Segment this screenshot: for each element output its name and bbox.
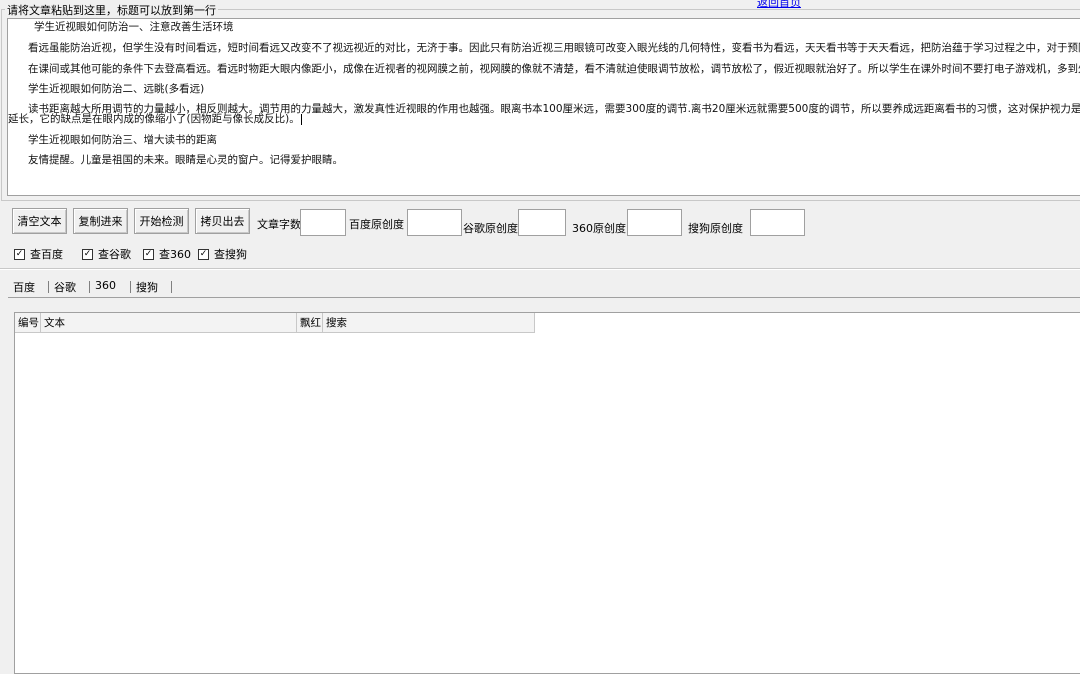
copy-out-button[interactable]: 拷贝出去 — [195, 208, 250, 234]
text-caret — [300, 113, 302, 125]
text-line: 学生近视眼如何防治一、注意改善生活环境 — [34, 21, 234, 33]
article-groupbox-legend: 请将文章粘贴到这里，标题可以放到第一行 — [5, 2, 218, 18]
start-check-button[interactable]: 开始检测 — [134, 208, 189, 234]
column-header-number[interactable]: 编号 — [15, 313, 41, 333]
article-text-area[interactable]: 学生近视眼如何防治一、注意改善生活环境 看远虽能防治近视，但学生没有时间看远，短… — [7, 18, 1080, 196]
column-header-highlight[interactable]: 飘红 — [297, 313, 323, 333]
tab-google[interactable]: 谷歌 — [54, 279, 76, 295]
baidu-originality-label: 百度原创度 — [349, 218, 404, 231]
column-header-text[interactable]: 文本 — [41, 313, 297, 333]
text-line: 友情提醒。儿童是祖国的未来。眼睛是心灵的窗户。记得爱护眼睛。 — [28, 154, 343, 166]
check-360-checkbox[interactable]: ✓ 查360 — [143, 246, 191, 262]
google-originality-field[interactable] — [518, 209, 566, 236]
check-icon: ✓ — [198, 248, 209, 260]
divider — [0, 268, 1080, 270]
text-line: 在课间或其他可能的条件下去登高看远。看远时物距大眼内像距小，成像在近视者的视网膜… — [28, 63, 1080, 75]
text-line: 学生近视眼如何防治二、远眺(多看远) — [28, 83, 205, 95]
text-line: 学生近视眼如何防治三、增大读书的距离 — [28, 134, 217, 146]
text-line: 看远虽能防治近视，但学生没有时间看远，短时间看远又改变不了视远视近的对比，无济于… — [28, 42, 1080, 54]
results-table[interactable]: 编号 文本 飘红 搜索 — [14, 312, 1080, 674]
check-icon: ✓ — [14, 248, 25, 260]
check-icon: ✓ — [82, 248, 93, 260]
check-baidu-label: 查百度 — [30, 248, 63, 261]
check-sogou-label: 查搜狗 — [214, 248, 247, 261]
column-header-search[interactable]: 搜索 — [323, 313, 535, 333]
word-count-field[interactable] — [300, 209, 346, 236]
tab-separator — [171, 281, 172, 293]
tab-separator — [130, 281, 131, 293]
check-360-label: 查360 — [159, 248, 191, 261]
tab-sogou[interactable]: 搜狗 — [136, 279, 158, 295]
tab-separator — [48, 281, 49, 293]
360-originality-field[interactable] — [627, 209, 682, 236]
check-google-checkbox[interactable]: ✓ 查谷歌 — [82, 246, 131, 262]
tab-baidu[interactable]: 百度 — [13, 279, 35, 295]
clear-text-button[interactable]: 清空文本 — [12, 208, 67, 234]
tab-separator — [89, 281, 90, 293]
tab-360[interactable]: 360 — [95, 279, 116, 292]
360-originality-label: 360原创度 — [572, 222, 626, 235]
sogou-originality-label: 搜狗原创度 — [688, 222, 743, 235]
word-count-label: 文章字数 — [257, 218, 301, 231]
text-line: 延长，它的缺点是在眼内成的像缩小了(因物距与像长成反比)。 — [8, 113, 302, 125]
check-sogou-checkbox[interactable]: ✓ 查搜狗 — [198, 246, 247, 262]
sogou-originality-field[interactable] — [750, 209, 805, 236]
tab-strip-line — [8, 297, 1080, 298]
copy-in-button[interactable]: 复制进来 — [73, 208, 128, 234]
check-baidu-checkbox[interactable]: ✓ 查百度 — [14, 246, 63, 262]
baidu-originality-field[interactable] — [407, 209, 462, 236]
check-google-label: 查谷歌 — [98, 248, 131, 261]
google-originality-label: 谷歌原创度 — [463, 222, 518, 235]
check-icon: ✓ — [143, 248, 154, 260]
